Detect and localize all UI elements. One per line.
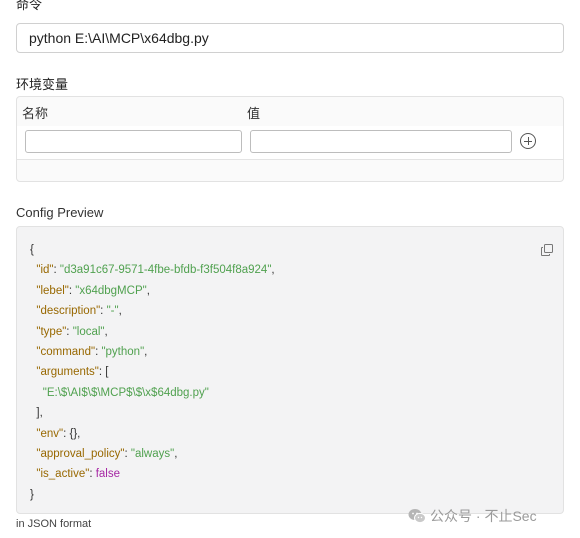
watermark-text: 公众号 · 不止Sec bbox=[430, 508, 537, 524]
env-value-column-header: 值 bbox=[247, 106, 261, 121]
json-key-arguments: "arguments" bbox=[36, 366, 99, 379]
json-arguments-open: [ bbox=[105, 366, 109, 379]
json-value-type: "local" bbox=[72, 325, 105, 338]
json-key-approval-policy: "approval_policy" bbox=[36, 448, 125, 461]
config-preview-box: { "id": "d3a91c67-9571-4fbe-bfdb-f3f504f… bbox=[16, 226, 564, 514]
command-label: 命令 bbox=[16, 0, 43, 12]
json-value-command: "python" bbox=[101, 346, 145, 359]
json-key-command: "command" bbox=[36, 346, 96, 359]
json-key-lebel: "lebel" bbox=[36, 284, 69, 297]
json-open-brace: { bbox=[30, 244, 34, 256]
json-value-env: {}, bbox=[69, 427, 81, 440]
json-key-is-active: "is_active" bbox=[36, 468, 90, 481]
env-name-column-header: 名称 bbox=[22, 106, 49, 121]
json-value-id: "d3a91c67-9571-4fbe-bfdb-f3f504f8a924" bbox=[59, 264, 272, 277]
json-value-is-active: false bbox=[95, 468, 120, 481]
watermark: 公众号 · 不止Sec bbox=[408, 506, 537, 526]
env-var-row bbox=[17, 126, 563, 160]
mcp-server-config-form: 命令 环境变量 名称 值 Config Preview { "id": "d3a… bbox=[0, 0, 580, 538]
env-vars-table: 名称 值 bbox=[16, 96, 564, 182]
copy-icon[interactable] bbox=[541, 244, 553, 256]
json-key-type: "type" bbox=[36, 325, 67, 338]
json-key-env: "env" bbox=[36, 427, 64, 440]
json-key-id: "id" bbox=[36, 264, 54, 277]
format-note: in JSON format bbox=[16, 518, 92, 530]
config-json-code: { "id": "d3a91c67-9571-4fbe-bfdb-f3f504f… bbox=[30, 244, 275, 501]
json-value-lebel: "x64dbgMCP" bbox=[75, 284, 147, 297]
json-arguments-close: ], bbox=[36, 407, 43, 420]
config-preview-label: Config Preview bbox=[16, 205, 104, 220]
env-vars-label: 环境变量 bbox=[16, 77, 69, 92]
command-input[interactable] bbox=[16, 23, 564, 53]
env-value-input[interactable] bbox=[250, 130, 512, 153]
env-vars-header: 名称 值 bbox=[17, 97, 563, 127]
add-env-var-button[interactable] bbox=[520, 133, 536, 149]
env-name-input[interactable] bbox=[25, 130, 242, 153]
json-key-description: "description" bbox=[36, 305, 101, 318]
json-value-approval-policy: "always" bbox=[130, 448, 175, 461]
wechat-logo-icon bbox=[408, 509, 426, 524]
json-value-description: "-" bbox=[106, 305, 119, 318]
json-arguments-item: "E:\$\AI$\$\MCP$\$\x$64dbg.py" bbox=[42, 386, 209, 399]
json-close-brace: } bbox=[30, 488, 34, 501]
